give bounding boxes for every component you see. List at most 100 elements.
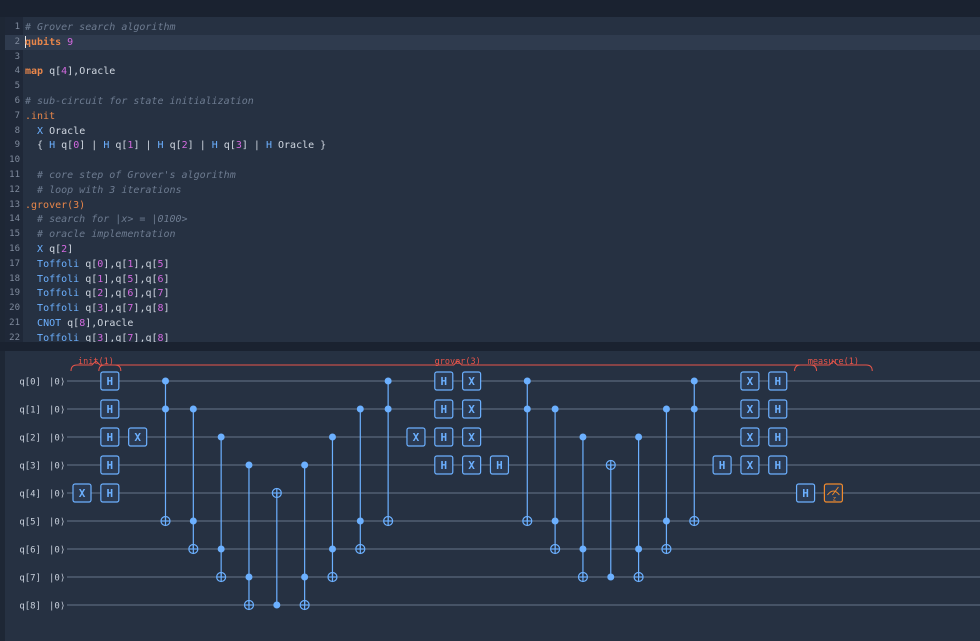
code-editor[interactable]: 1 # Grover search algorithm 2 qubits 9 3 4 map…: [5, 17, 980, 342]
code-token: ],q[: [103, 303, 128, 315]
control-dot: [662, 405, 670, 413]
code-token: ] |: [133, 140, 158, 152]
qubit-label: q[6]: [19, 546, 41, 556]
control-dot: [301, 573, 309, 581]
line-number: 15: [9, 229, 20, 240]
code-text: Toffoli q[1],q[5],q[6]: [25, 272, 170, 287]
pane-divider[interactable]: [0, 342, 980, 351]
line-number: 4: [14, 66, 20, 77]
code-line[interactable]: 13 .grover(3): [5, 198, 980, 213]
code-token: ],Oracle: [67, 66, 116, 78]
code-token: qubits: [25, 36, 62, 48]
control-dot: [217, 433, 225, 441]
code-line[interactable]: 2 qubits 9: [5, 34, 980, 50]
control-dot: [356, 405, 364, 413]
initial-state-label: |0⟩: [49, 406, 65, 416]
code-line[interactable]: 1 # Grover search algorithm: [5, 20, 980, 35]
gate-label: X: [747, 431, 754, 444]
code-line[interactable]: 15 # oracle implementation: [5, 227, 980, 242]
gate-label: H: [107, 487, 114, 500]
code-line[interactable]: 17 Toffoli q[0],q[1],q[5]: [5, 257, 980, 272]
control-dot: [690, 377, 698, 385]
code-line[interactable]: 3: [5, 50, 980, 65]
gate-label: X: [468, 403, 475, 416]
code-line[interactable]: 18 Toffoli q[1],q[5],q[6]: [5, 272, 980, 287]
code-token: ]: [163, 258, 170, 270]
measure-basis-label: z: [833, 496, 837, 503]
code-line[interactable]: 10: [5, 153, 980, 168]
code-line[interactable]: 20 Toffoli q[3],q[7],q[8]: [5, 301, 980, 316]
code-text: # loop with 3 iterations: [25, 183, 182, 198]
section-label: measure(1): [808, 357, 859, 367]
qubit-label: q[7]: [19, 574, 41, 584]
code-text: map q[4],Oracle: [25, 64, 115, 79]
code-token: # Grover search algorithm: [25, 22, 176, 33]
code-text: # search for |x> = |0100>: [25, 212, 188, 227]
line-number: 13: [9, 199, 20, 210]
gate-label: H: [440, 403, 447, 416]
code-token: q[: [109, 140, 128, 152]
code-token: 9: [67, 36, 74, 48]
line-number: 3: [14, 51, 20, 62]
control-dot: [579, 545, 587, 553]
code-token: ] |: [79, 140, 104, 152]
line-number: 10: [9, 155, 20, 166]
gate-label: H: [440, 431, 447, 444]
code-text: Toffoli q[2],q[6],q[7]: [25, 286, 170, 301]
code-token: ],q[: [103, 332, 128, 342]
code-line[interactable]: 16 X q[2]: [5, 242, 980, 257]
code-token: ],q[: [133, 258, 158, 270]
code-line[interactable]: 9 { H q[0] | H q[1] | H q[2] | H q[3] | …: [5, 138, 980, 153]
control-dot: [161, 405, 169, 413]
qubit-label: q[2]: [19, 434, 41, 444]
code-line[interactable]: 22 Toffoli q[3],q[7],q[8]: [5, 331, 980, 342]
code-token: ],q[: [133, 303, 158, 315]
code-text: { H q[0] | H q[1] | H q[2] | H q[3] | H …: [25, 138, 326, 153]
qubit-label: q[5]: [19, 518, 41, 528]
code-line[interactable]: 8 X Oracle: [5, 124, 980, 139]
code-token: ] |: [187, 140, 212, 152]
line-number: 2: [14, 36, 20, 47]
gate-label: H: [107, 375, 114, 388]
line-number: 1: [14, 22, 20, 32]
code-token: q[: [43, 244, 62, 255]
code-line[interactable]: 5: [5, 79, 980, 94]
circuit-view: q[0] |0⟩ q[1] |0⟩ q[2] |0⟩ q[3] |0⟩ q[4] |0⟩ q[5] |…: [5, 351, 980, 641]
gate-label: H: [496, 459, 503, 472]
gate-label: H: [107, 403, 114, 416]
code-line[interactable]: 4 map q[4],Oracle: [5, 64, 980, 79]
line-number: 22: [9, 332, 20, 342]
code-token: q[: [79, 303, 98, 315]
code-token: q[: [79, 273, 98, 285]
line-number: 16: [9, 244, 20, 254]
line-number: 7: [14, 110, 20, 121]
code-line[interactable]: 12 # loop with 3 iterations: [5, 183, 980, 198]
code-token: # search for |x> = |0100>: [25, 214, 188, 226]
code-line[interactable]: 19 Toffoli q[2],q[6],q[7]: [5, 286, 980, 301]
code-text: # core step of Grover's algorithm: [25, 168, 236, 183]
control-dot: [189, 517, 197, 525]
initial-state-label: |0⟩: [49, 574, 65, 584]
code-token: ],q[: [133, 288, 158, 300]
qubit-label: q[4]: [19, 490, 41, 500]
line-number: 14: [9, 214, 20, 225]
gate-label: X: [747, 403, 754, 416]
qubit-label: q[1]: [19, 406, 41, 416]
line-number: 20: [9, 303, 20, 314]
code-line[interactable]: 14 # search for |x> = |0100>: [5, 212, 980, 227]
code-line[interactable]: 7 .init: [5, 109, 980, 124]
code-line[interactable]: 21 CNOT q[8],Oracle: [5, 316, 980, 331]
code-token: Oracle }: [272, 140, 327, 152]
control-dot: [579, 433, 587, 441]
control-dot: [245, 461, 253, 469]
initial-state-label: |0⟩: [49, 546, 65, 556]
code-line[interactable]: 6 # sub-circuit for state initialization: [5, 94, 980, 109]
code-line[interactable]: 11 # core step of Grover's algorithm: [5, 168, 980, 183]
code-token: q[: [79, 332, 98, 342]
